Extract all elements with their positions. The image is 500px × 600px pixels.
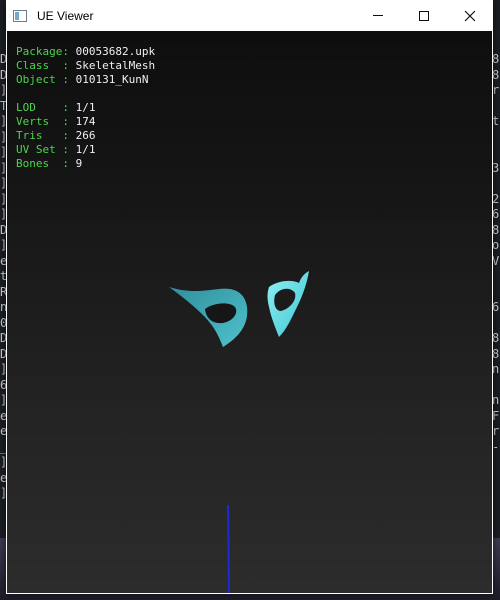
minimize-button[interactable] — [355, 0, 401, 31]
close-button[interactable] — [447, 0, 493, 31]
bone-axis-line — [227, 504, 230, 593]
mesh-render — [169, 271, 309, 593]
window-title: UE Viewer — [37, 8, 94, 23]
app-window-icon — [13, 9, 27, 22]
background-console-right: 8 8 r t 3 2 6 8 o V 6 8 8 n n F r - — [492, 52, 500, 454]
maximize-icon — [419, 10, 429, 21]
title-bar[interactable]: UE Viewer — [6, 0, 493, 31]
minimize-icon — [373, 15, 383, 16]
ue-viewer-window: UE Viewer Package: 00053682.upk Class : … — [6, 0, 493, 594]
maximize-button[interactable] — [401, 0, 447, 31]
viewport[interactable]: Package: 00053682.upk Class : SkeletalMe… — [7, 31, 492, 593]
close-icon — [464, 10, 476, 21]
